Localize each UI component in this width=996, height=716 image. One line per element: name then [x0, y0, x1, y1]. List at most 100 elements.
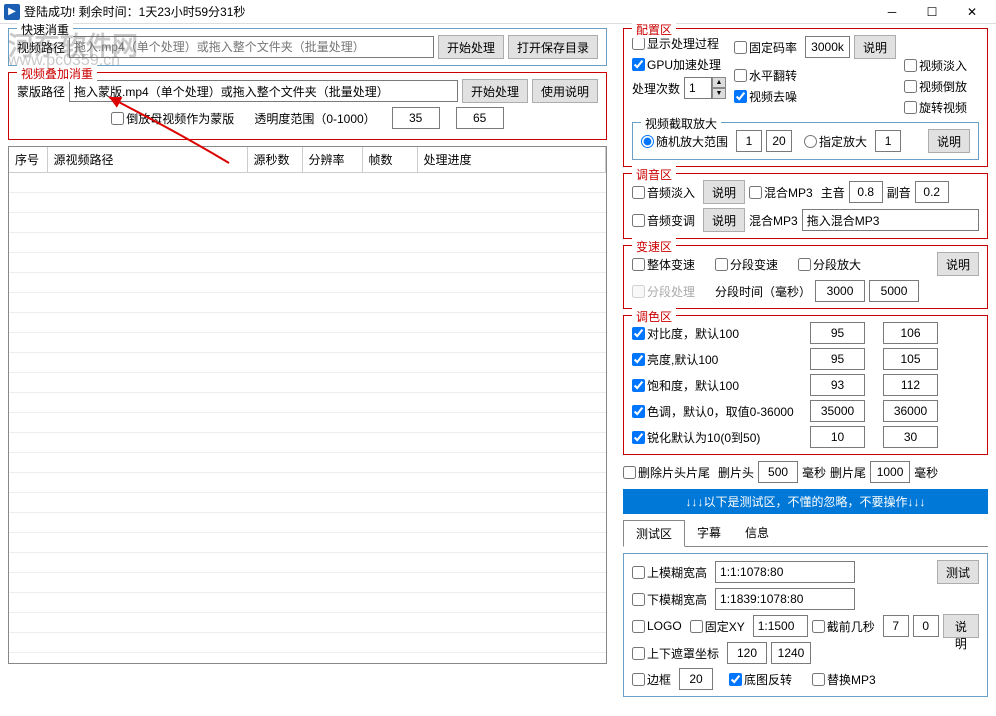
fixed-zoom-radio[interactable]: 指定放大 [804, 133, 867, 150]
table-row[interactable] [9, 413, 606, 433]
col-progress[interactable]: 处理进度 [417, 147, 606, 173]
mask-max-input[interactable] [771, 642, 811, 664]
audio-fadein-checkbox[interactable]: 音频淡入 [632, 184, 695, 201]
table-row[interactable] [9, 593, 606, 613]
segment-speed-checkbox[interactable]: 分段变速 [715, 256, 778, 273]
mask-path-input[interactable] [69, 80, 458, 102]
segment-zoom-checkbox[interactable]: 分段放大 [798, 256, 861, 273]
segment-min-input[interactable] [815, 280, 865, 302]
hflip-checkbox[interactable]: 水平翻转 [734, 67, 892, 84]
table-row[interactable] [9, 613, 606, 633]
brightness-max[interactable] [883, 348, 938, 370]
test-explain-button[interactable]: 说明 [943, 614, 979, 638]
sharpen-min[interactable] [810, 426, 865, 448]
start-process-button[interactable]: 开始处理 [438, 35, 504, 59]
hue-checkbox[interactable]: 色调，默认0，取值0-36000 [632, 403, 802, 420]
close-button[interactable]: ✕ [952, 0, 992, 24]
maximize-button[interactable]: ☐ [912, 0, 952, 24]
speed-explain-button[interactable]: 说明 [937, 252, 979, 276]
contrast-checkbox[interactable]: 对比度，默认100 [632, 325, 802, 342]
test-button[interactable]: 测试 [937, 560, 979, 584]
table-row[interactable] [9, 393, 606, 413]
table-row[interactable] [9, 453, 606, 473]
trim-checkbox[interactable]: 删除片头片尾 [623, 464, 710, 481]
fixed-xy-checkbox[interactable]: 固定XY [690, 618, 745, 635]
lower-blur-input[interactable] [715, 588, 855, 610]
cut-val2-input[interactable] [913, 615, 939, 637]
overlay-start-button[interactable]: 开始处理 [462, 79, 528, 103]
process-count-spinner[interactable]: ▲▼ [684, 77, 726, 99]
lower-blur-checkbox[interactable]: 下模糊宽高 [632, 591, 707, 608]
table-row[interactable] [9, 633, 606, 653]
col-frames[interactable]: 帧数 [362, 147, 417, 173]
video-table[interactable]: 序号 源视频路径 源秒数 分辨率 帧数 处理进度 [8, 146, 607, 664]
segment-max-input[interactable] [869, 280, 919, 302]
hue-min[interactable] [810, 400, 865, 422]
random-zoom-min[interactable] [736, 130, 762, 152]
contrast-min[interactable] [810, 322, 865, 344]
opacity-max-input[interactable] [456, 107, 504, 129]
rotate-checkbox[interactable]: 旋转视频 [904, 99, 967, 116]
table-row[interactable] [9, 473, 606, 493]
mix-mp3-path-input[interactable] [802, 209, 979, 231]
brightness-checkbox[interactable]: 亮度,默认100 [632, 351, 802, 368]
table-row[interactable] [9, 273, 606, 293]
tab-info[interactable]: 信息 [733, 520, 781, 546]
table-row[interactable] [9, 333, 606, 353]
col-resolution[interactable]: 分辨率 [302, 147, 362, 173]
overlay-help-button[interactable]: 使用说明 [532, 79, 598, 103]
tab-test[interactable]: 测试区 [623, 520, 685, 547]
fixed-bitrate-checkbox[interactable]: 固定码率 [734, 39, 797, 56]
table-row[interactable] [9, 533, 606, 553]
gpu-accel-checkbox[interactable]: GPU加速处理 [632, 56, 722, 73]
zoom-explain-button[interactable]: 说明 [928, 129, 970, 153]
sharpen-max[interactable] [883, 426, 938, 448]
open-save-dir-button[interactable]: 打开保存目录 [508, 35, 598, 59]
table-row[interactable] [9, 313, 606, 333]
hue-max[interactable] [883, 400, 938, 422]
bottom-reverse-checkbox[interactable]: 底图反转 [729, 671, 792, 688]
audio-explain1-button[interactable]: 说明 [703, 180, 745, 204]
bitrate-explain-button[interactable]: 说明 [854, 35, 896, 59]
table-row[interactable] [9, 573, 606, 593]
mix-mp3-checkbox[interactable]: 混合MP3 [749, 184, 813, 201]
reverse-checkbox[interactable]: 视频倒放 [904, 78, 967, 95]
trim-head-input[interactable] [758, 461, 798, 483]
upper-blur-checkbox[interactable]: 上模糊宽高 [632, 564, 707, 581]
table-row[interactable] [9, 293, 606, 313]
opacity-min-input[interactable] [392, 107, 440, 129]
fadein-checkbox[interactable]: 视频淡入 [904, 57, 967, 74]
minimize-button[interactable]: ─ [872, 0, 912, 24]
saturation-min[interactable] [810, 374, 865, 396]
tab-subtitle[interactable]: 字幕 [685, 520, 733, 546]
table-row[interactable] [9, 433, 606, 453]
border-checkbox[interactable]: 边框 [632, 671, 671, 688]
brightness-min[interactable] [810, 348, 865, 370]
border-input[interactable] [679, 668, 713, 690]
fixed-zoom-input[interactable] [875, 130, 901, 152]
fixed-xy-input[interactable] [753, 615, 808, 637]
table-row[interactable] [9, 513, 606, 533]
audio-explain2-button[interactable]: 说明 [703, 208, 745, 232]
upper-blur-input[interactable] [715, 561, 855, 583]
table-row[interactable] [9, 233, 606, 253]
mask-min-input[interactable] [727, 642, 767, 664]
table-row[interactable] [9, 493, 606, 513]
table-row[interactable] [9, 173, 606, 193]
col-index[interactable]: 序号 [9, 147, 47, 173]
video-path-input[interactable] [69, 36, 434, 58]
cut-front-checkbox[interactable]: 截前几秒 [812, 618, 875, 635]
logo-checkbox[interactable]: LOGO [632, 619, 682, 633]
table-row[interactable] [9, 553, 606, 573]
col-seconds[interactable]: 源秒数 [247, 147, 302, 173]
contrast-max[interactable] [883, 322, 938, 344]
denoise-checkbox[interactable]: 视频去噪 [734, 88, 892, 105]
table-row[interactable] [9, 193, 606, 213]
random-zoom-max[interactable] [766, 130, 792, 152]
main-vol-input[interactable] [849, 181, 883, 203]
table-row[interactable] [9, 213, 606, 233]
saturation-max[interactable] [883, 374, 938, 396]
audio-speed-checkbox[interactable]: 音频变调 [632, 212, 695, 229]
sharpen-checkbox[interactable]: 锐化默认为10(0到50) [632, 429, 802, 446]
mask-coord-checkbox[interactable]: 上下遮罩坐标 [632, 645, 719, 662]
